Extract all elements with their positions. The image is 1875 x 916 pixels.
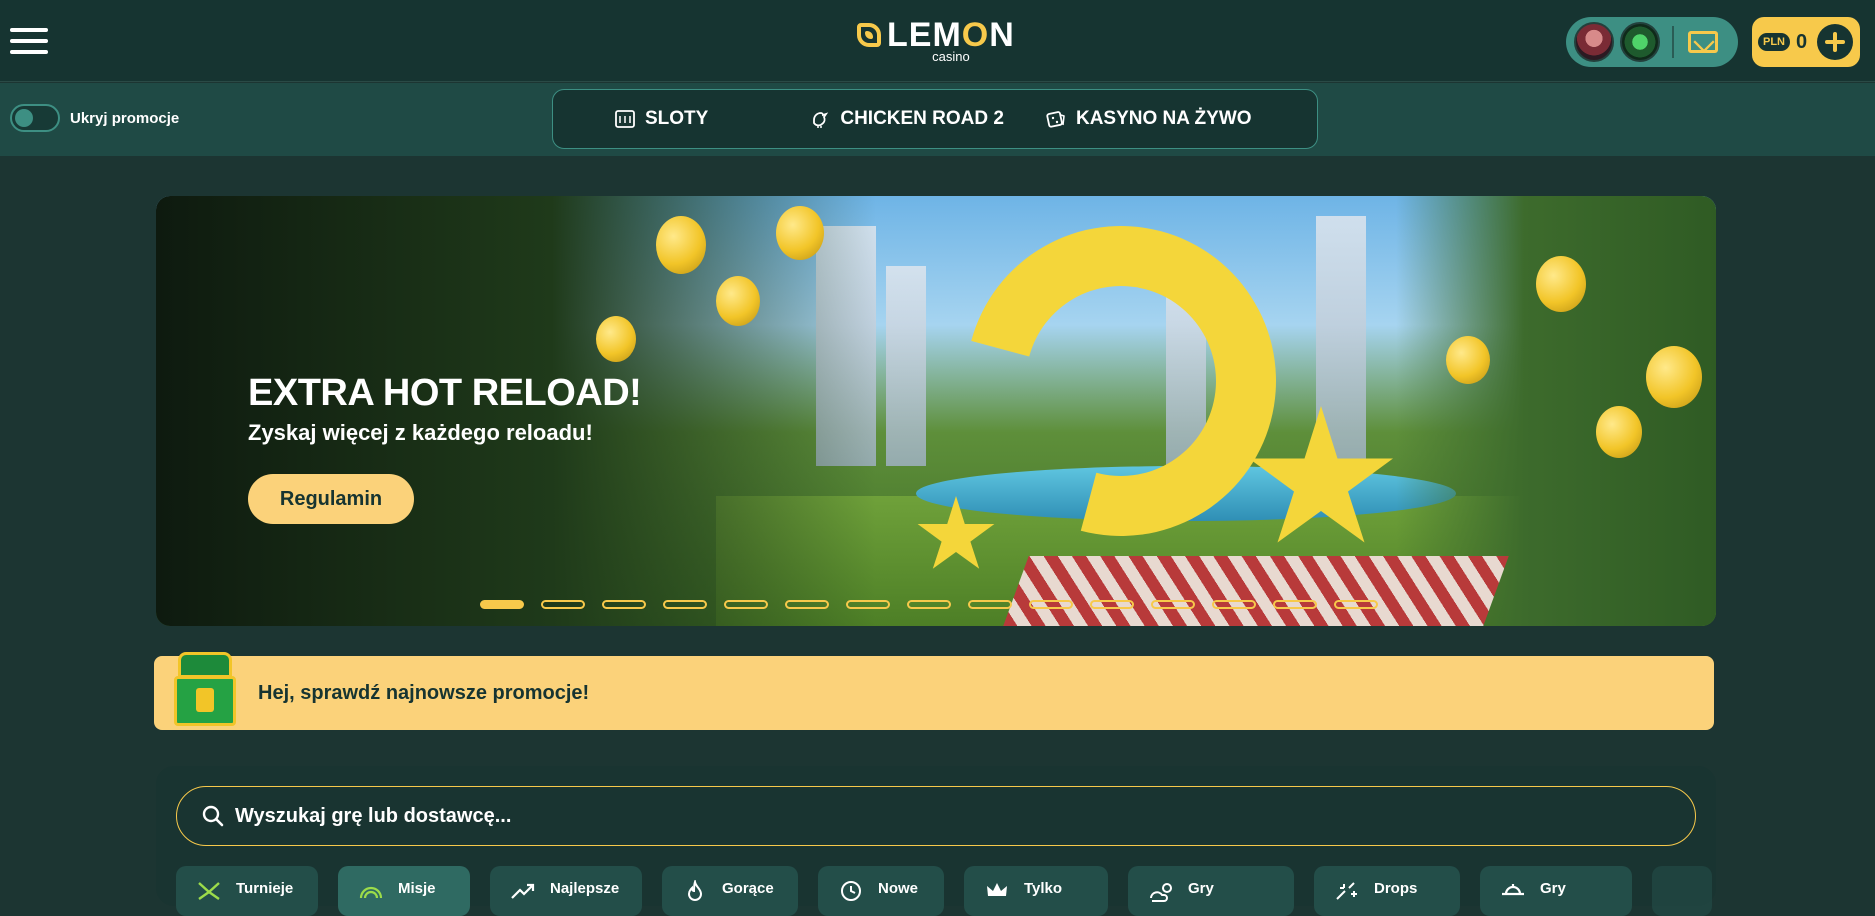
dice-icon <box>1046 111 1065 128</box>
tab-live-casino[interactable]: KASYNO NA ŻYWO <box>1046 108 1252 130</box>
lemon-logo-icon <box>857 23 881 47</box>
category-drops[interactable]: Drops <box>1314 866 1460 916</box>
carousel-dot[interactable] <box>1212 600 1256 609</box>
fire-icon <box>687 880 703 901</box>
category-games-weather[interactable]: Gry <box>1128 866 1294 916</box>
currency-badge: PLN <box>1758 33 1790 51</box>
level-badge-icon[interactable] <box>1620 22 1660 62</box>
category-hot[interactable]: Gorące <box>662 866 798 916</box>
banner-subtitle: Zyskaj więcej z każdego reloadu! <box>248 420 593 445</box>
carousel-dot[interactable] <box>1151 600 1195 609</box>
tab-label: CHICKEN ROAD 2 <box>840 108 1004 129</box>
search-input[interactable] <box>235 804 1635 828</box>
tab-chicken-road[interactable]: CHICKEN ROAD 2 <box>810 108 1004 130</box>
weather-icon <box>1150 883 1172 902</box>
carousel-dot[interactable] <box>541 600 585 609</box>
menu-icon[interactable] <box>10 28 48 54</box>
toggle-label: Ukryj promocje <box>70 110 180 127</box>
slots-icon <box>615 110 635 128</box>
avatar[interactable] <box>1574 22 1614 62</box>
promo-text: Hej, sprawdź najnowsze promocje! <box>258 681 590 704</box>
hide-promotions-toggle[interactable] <box>10 104 60 132</box>
promotions-bar[interactable]: Hej, sprawdź najnowsze promocje! <box>154 652 1714 730</box>
search-icon <box>202 805 224 827</box>
mail-icon[interactable] <box>1688 31 1718 53</box>
tab-label: SLOTY <box>645 108 709 129</box>
carousel-dot[interactable] <box>1273 600 1317 609</box>
clock-icon <box>841 881 861 901</box>
subnav: Ukryj promocje SLOTY CHICKEN ROAD 2 KASY… <box>0 83 1875 156</box>
casino-icon <box>1502 884 1524 896</box>
category-more[interactable] <box>1652 866 1712 916</box>
terms-button[interactable]: Regulamin <box>248 474 414 524</box>
category-casino-games[interactable]: Gry <box>1480 866 1632 916</box>
carousel-dot[interactable] <box>1090 600 1134 609</box>
tab-slots[interactable]: SLOTY <box>615 108 708 130</box>
category-nav: SLOTY CHICKEN ROAD 2 KASYNO NA ŻYWO <box>552 89 1318 149</box>
promo-banner[interactable]: EXTRA HOT RELOAD! Zyskaj więcej z każdeg… <box>156 196 1716 626</box>
crown-icon <box>987 883 1007 896</box>
logo[interactable]: LEMON casino <box>857 18 1015 64</box>
category-chips: Turnieje Misje Najlepsze Gorące Nowe Tyl… <box>176 866 1712 916</box>
treasure-chest-icon <box>172 652 238 728</box>
carousel-dot[interactable] <box>968 600 1012 609</box>
carousel-dot[interactable] <box>1029 600 1073 609</box>
divider <box>1672 26 1674 58</box>
carousel-dots <box>480 600 1378 609</box>
carousel-dot[interactable] <box>1334 600 1378 609</box>
games-section: Turnieje Misje Najlepsze Gorące Nowe Tyl… <box>156 766 1716 916</box>
category-tournaments[interactable]: Turnieje <box>176 866 318 916</box>
search-bar[interactable] <box>176 786 1696 846</box>
logo-subtitle: casino <box>932 49 970 64</box>
missions-icon <box>359 886 383 899</box>
category-exclusive[interactable]: Tylko <box>964 866 1108 916</box>
category-new[interactable]: Nowe <box>818 866 944 916</box>
carousel-dot[interactable] <box>480 600 524 609</box>
carousel-dot[interactable] <box>663 600 707 609</box>
balance-amount: 0 <box>1796 30 1808 53</box>
trending-icon <box>511 883 535 899</box>
carousel-dot[interactable] <box>907 600 951 609</box>
carousel-dot[interactable] <box>724 600 768 609</box>
carousel-dot[interactable] <box>785 600 829 609</box>
tab-label: KASYNO NA ŻYWO <box>1075 108 1252 129</box>
category-best[interactable]: Najlepsze <box>490 866 642 916</box>
deposit-plus-icon[interactable] <box>1817 24 1854 60</box>
chicken-icon <box>813 112 829 128</box>
header: LEMON casino PLN 0 <box>0 0 1875 82</box>
category-missions[interactable]: Misje <box>338 866 470 916</box>
drops-icon <box>1336 882 1357 900</box>
user-pill <box>1566 17 1738 67</box>
logo-text: LEMON <box>887 16 1015 54</box>
balance-button[interactable]: PLN 0 <box>1752 17 1860 67</box>
tournament-icon <box>198 882 220 900</box>
carousel-dot[interactable] <box>602 600 646 609</box>
carousel-dot[interactable] <box>846 600 890 609</box>
banner-title: EXTRA HOT RELOAD! <box>248 372 642 414</box>
